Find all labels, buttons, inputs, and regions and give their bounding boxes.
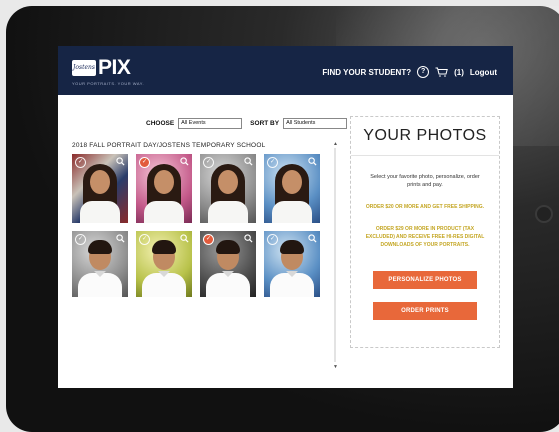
portrait-face xyxy=(154,170,174,194)
magnify-icon[interactable] xyxy=(180,157,189,166)
cart-icon[interactable] xyxy=(435,67,448,77)
magnify-icon[interactable] xyxy=(116,234,125,243)
filter-bar: CHOOSE All Events SORT BY All Students xyxy=(146,118,355,129)
portrait-hair-b xyxy=(216,240,240,254)
student-photo[interactable]: ✓ xyxy=(200,154,256,223)
choose-label: CHOOSE xyxy=(146,120,175,127)
logo-tagline: YOUR PORTRAITS. YOUR WAY. xyxy=(72,81,145,86)
logout-link[interactable]: Logout xyxy=(470,68,497,77)
student-photo[interactable]: ✓ xyxy=(72,231,128,297)
scroll-down-arrow-icon[interactable]: ▼ xyxy=(333,364,338,370)
student-photo[interactable]: ✓ xyxy=(72,154,128,223)
tablet-home-button xyxy=(535,205,553,223)
sort-label: SORT BY xyxy=(250,120,280,127)
panel-title: YOUR PHOTOS xyxy=(351,117,499,156)
select-check-icon[interactable]: ✓ xyxy=(75,157,86,168)
promo-download: ORDER $29 OR MORE IN PRODUCT (TAX EXCLUD… xyxy=(365,226,485,248)
sort-select[interactable]: All Students xyxy=(283,118,348,129)
student-photo[interactable]: ✓ xyxy=(136,154,192,223)
magnify-icon[interactable] xyxy=(244,157,253,166)
select-check-icon[interactable]: ✓ xyxy=(203,234,214,245)
scrollbar[interactable]: ▲ ▼ xyxy=(333,141,338,370)
logo-wordmark: PIX xyxy=(98,56,131,79)
select-check-icon[interactable]: ✓ xyxy=(139,157,150,168)
portrait-shirt-g xyxy=(144,201,184,223)
event-title: 2018 FALL PORTRAIT DAY/JOSTENS TEMPORARY… xyxy=(72,142,266,149)
scroll-up-arrow-icon[interactable]: ▲ xyxy=(333,141,338,147)
student-photo[interactable]: ✓ xyxy=(264,154,320,223)
find-student-link[interactable]: FIND YOUR STUDENT? xyxy=(322,68,411,77)
portrait-hair-b xyxy=(152,240,176,254)
question-circle-icon[interactable]: ? xyxy=(417,66,430,78)
cart-count[interactable]: (1) xyxy=(454,68,464,77)
web-page: Jostens PIX YOUR PORTRAITS. YOUR WAY. FI… xyxy=(58,46,513,388)
magnify-icon[interactable] xyxy=(244,234,253,243)
portrait-face xyxy=(218,170,238,194)
select-check-icon[interactable]: ✓ xyxy=(139,234,150,245)
portrait-shirt-g xyxy=(80,201,120,223)
student-photo[interactable]: ✓ xyxy=(136,231,192,297)
student-photo[interactable]: ✓ xyxy=(200,231,256,297)
select-check-icon[interactable]: ✓ xyxy=(75,234,86,245)
portrait-face xyxy=(282,170,302,194)
portrait-hair-b xyxy=(88,240,112,254)
photo-grid: ✓ ✓ ✓ ✓ ✓ ✓ ✓ ✓ xyxy=(72,154,320,297)
magnify-icon[interactable] xyxy=(180,234,189,243)
personalize-photos-button[interactable]: PERSONALIZE PHOTOS xyxy=(373,271,477,289)
scroll-track[interactable] xyxy=(334,148,336,362)
select-check-icon[interactable]: ✓ xyxy=(203,157,214,168)
logo-badge: Jostens xyxy=(72,60,96,76)
your-photos-panel: YOUR PHOTOS Select your favorite photo, … xyxy=(350,116,500,348)
magnify-icon[interactable] xyxy=(308,157,317,166)
magnify-icon[interactable] xyxy=(116,157,125,166)
portrait-hair-b xyxy=(280,240,304,254)
select-check-icon[interactable]: ✓ xyxy=(267,157,278,168)
portrait-shirt-g xyxy=(208,201,248,223)
select-check-icon[interactable]: ✓ xyxy=(267,234,278,245)
portrait-face xyxy=(90,170,110,194)
promo-shipping: ORDER $20 OR MORE AND GET FREE SHIPPING. xyxy=(365,204,485,210)
panel-description: Select your favorite photo, personalize,… xyxy=(370,174,480,188)
order-prints-button[interactable]: ORDER PRINTS xyxy=(373,302,477,320)
magnify-icon[interactable] xyxy=(308,234,317,243)
portrait-shirt-g xyxy=(272,201,312,223)
event-select[interactable]: All Events xyxy=(178,118,243,129)
header-nav: FIND YOUR STUDENT? ? (1) Logout xyxy=(322,66,497,78)
student-photo[interactable]: ✓ xyxy=(264,231,320,297)
site-header: Jostens PIX YOUR PORTRAITS. YOUR WAY. FI… xyxy=(58,46,513,95)
